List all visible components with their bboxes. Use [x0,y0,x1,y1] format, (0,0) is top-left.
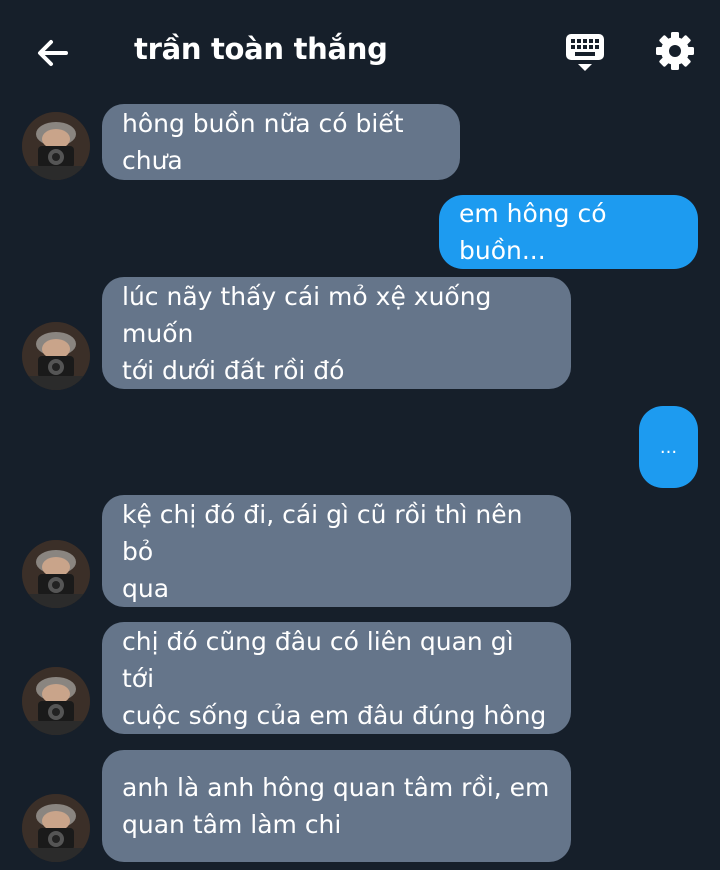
message-bubble-incoming[interactable]: chị đó cũng đâu có liên quan gì tới cuộc… [102,622,571,734]
message-bubble-outgoing[interactable]: em hông có buồn... [439,195,698,269]
back-button[interactable] [30,30,76,76]
profile-photo-icon [22,112,90,180]
avatar[interactable] [22,667,90,735]
profile-photo-icon [22,322,90,390]
message-bubble-incoming[interactable]: hông buồn nữa có biết chưa [102,104,460,180]
avatar[interactable] [22,794,90,862]
settings-button[interactable] [652,28,698,74]
conversation-title: trần toàn thắng [134,32,388,66]
keyboard-button[interactable] [562,30,608,76]
avatar[interactable] [22,322,90,390]
avatar[interactable] [22,540,90,608]
message-bubble-outgoing[interactable]: ... [639,406,698,488]
profile-photo-icon [22,540,90,608]
profile-photo-icon [22,794,90,862]
arrow-left-icon [38,40,68,66]
chat-header: trần toàn thắng [0,0,720,104]
profile-photo-icon [22,667,90,735]
keyboard-icon [566,34,604,71]
message-bubble-incoming[interactable]: anh là anh hông quan tâm rồi, em quan tâ… [102,750,571,862]
avatar[interactable] [22,112,90,180]
gear-icon [656,32,694,70]
message-bubble-incoming[interactable]: lúc nãy thấy cái mỏ xệ xuống muốn tới dư… [102,277,571,389]
message-bubble-incoming[interactable]: kệ chị đó đi, cái gì cũ rồi thì nên bỏ q… [102,495,571,607]
